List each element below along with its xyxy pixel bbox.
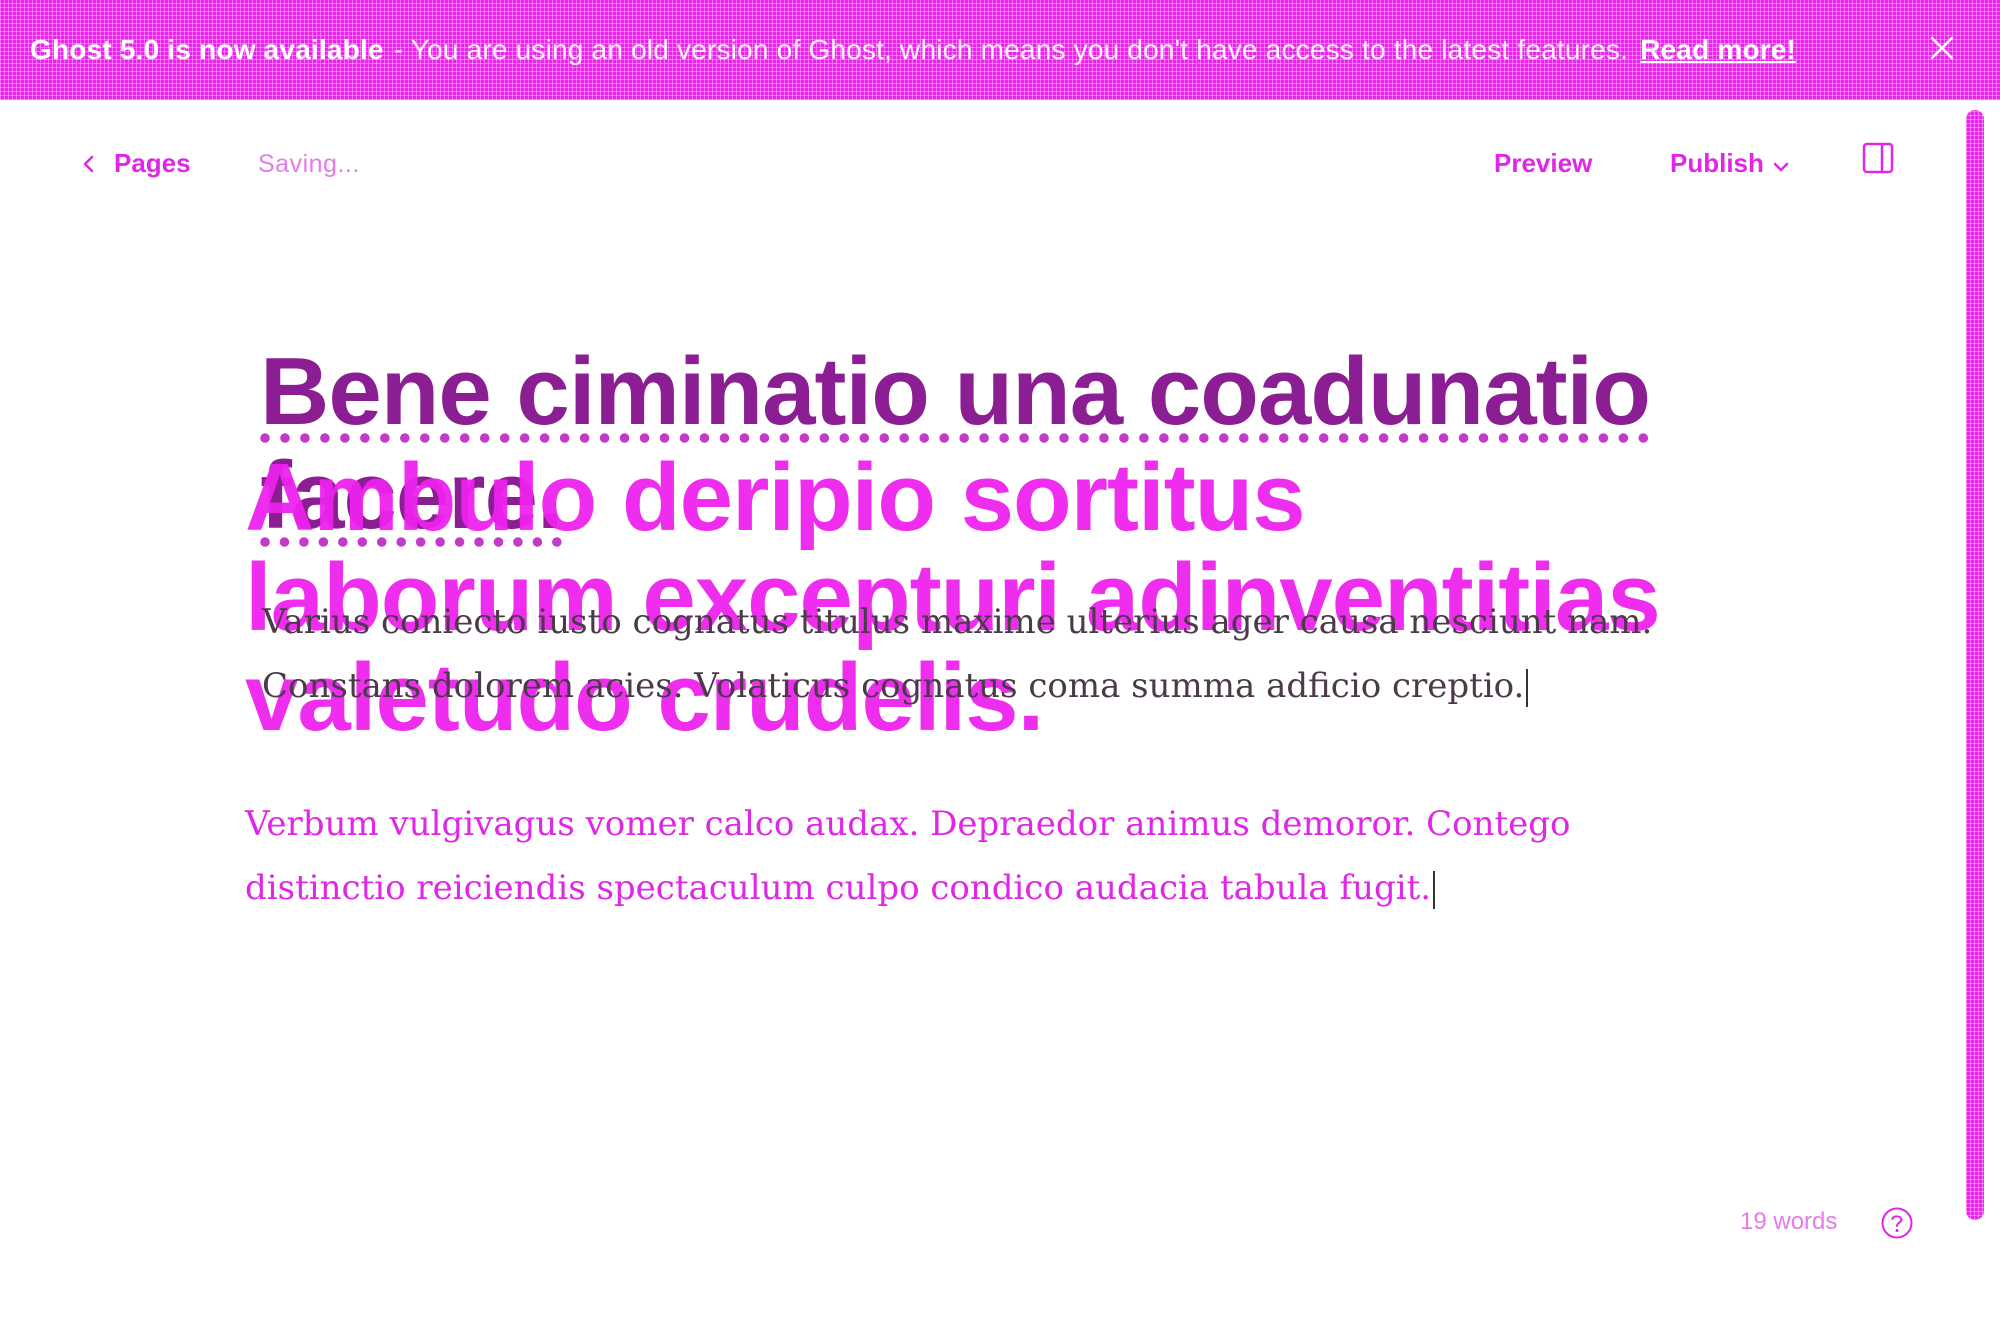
preview-button[interactable]: Preview [1494,148,1592,179]
publish-label: Publish [1670,148,1764,178]
editor-header: Pages Saving... Preview Publish [0,130,2000,200]
save-status: Saving... [258,150,360,178]
update-banner: Ghost 5.0 is now available - You are usi… [0,0,2000,100]
banner-headline: Ghost 5.0 is now available [30,34,384,65]
scrollbar[interactable] [1966,110,1984,1220]
banner-message: - You are using an old version of Ghost,… [393,34,1629,65]
chevron-left-icon [83,155,94,172]
body-paragraph-overlay-text: Varius coniecto iusto cognatus titulus m… [262,602,1653,706]
back-label: Pages [114,148,191,178]
word-count: 19 words [1740,1208,1838,1235]
banner-read-more-link[interactable]: Read more! [1640,34,1796,66]
chevron-down-icon [1773,162,1789,171]
body-paragraph[interactable]: Verbum vulgivagus vomer calco audax. Dep… [245,792,1665,920]
text-cursor [1526,669,1529,707]
help-icon[interactable] [1880,1206,1914,1240]
publish-button[interactable]: Publish [1670,148,1790,179]
body-paragraph-text: Verbum vulgivagus vomer calco audax. Dep… [245,804,1571,908]
text-cursor [1433,871,1436,909]
panel-toggle-icon[interactable] [1862,142,1894,174]
back-to-pages-button[interactable]: Pages [78,148,191,179]
body-paragraph-overlay[interactable]: Varius coniecto iusto cognatus titulus m… [262,590,1672,718]
close-icon[interactable] [1922,28,1962,68]
